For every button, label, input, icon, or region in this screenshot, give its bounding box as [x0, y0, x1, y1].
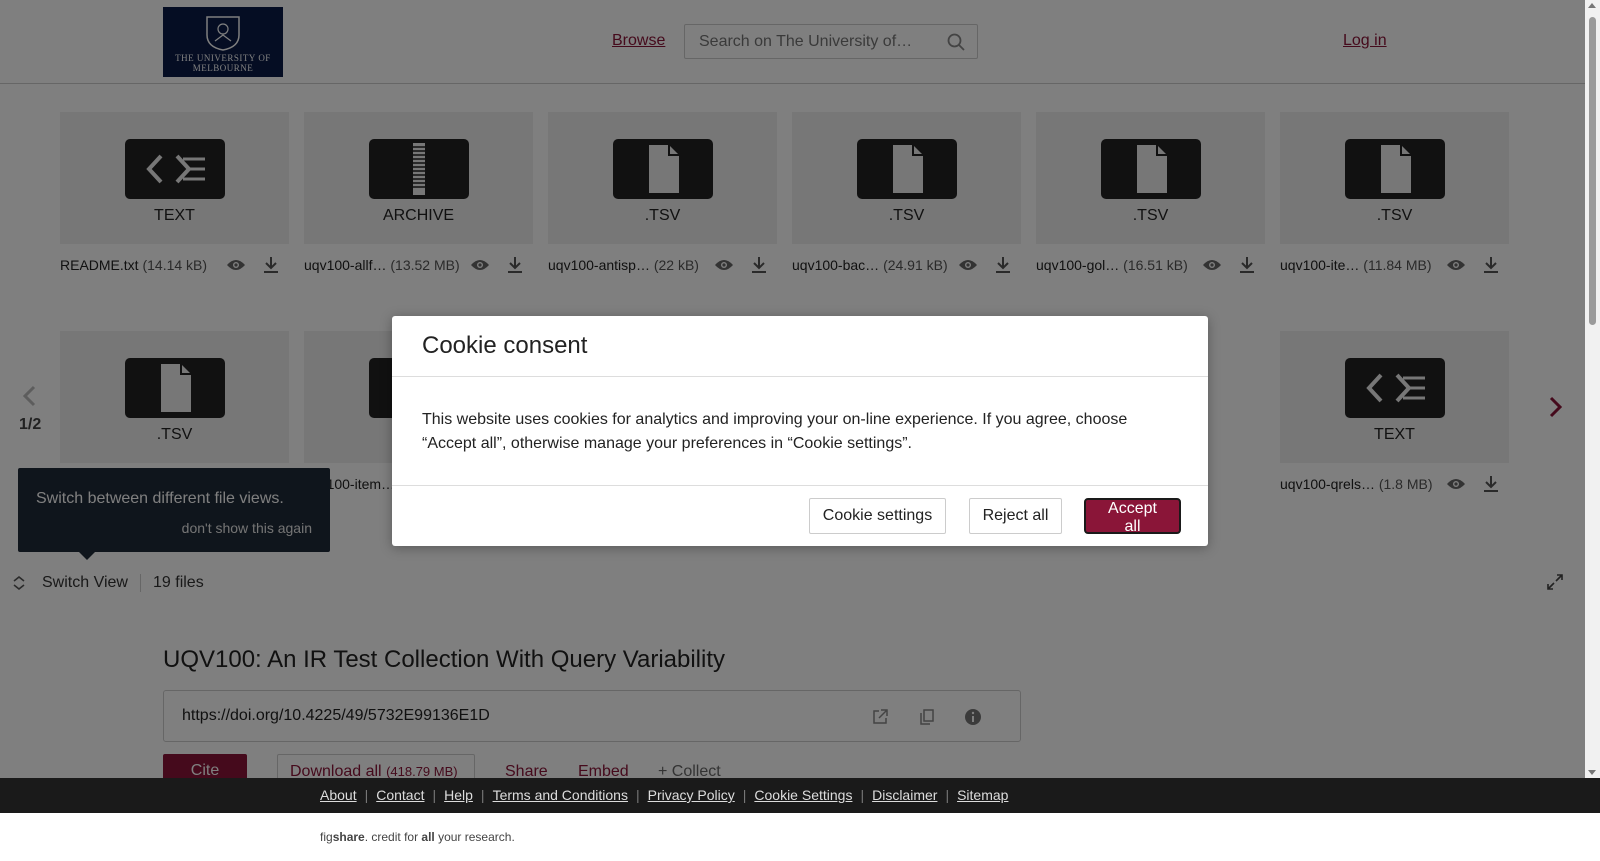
modal-body: This website uses cookies for analytics …	[422, 411, 1128, 452]
credit-mid: . credit for	[364, 830, 422, 844]
scrollbar-thumb[interactable]	[1589, 17, 1596, 325]
scroll-up-arrow[interactable]	[1588, 3, 1596, 8]
footer-link-contact[interactable]: Contact	[376, 787, 424, 803]
footer-separator: |	[860, 787, 865, 803]
footer-separator: |	[742, 787, 747, 803]
modal-divider	[392, 376, 1208, 377]
credit-all: all	[421, 830, 435, 844]
cookie-consent-modal: Cookie consent This website uses cookies…	[392, 316, 1208, 546]
footer-link-cookie-settings[interactable]: Cookie Settings	[754, 787, 852, 803]
cookie-settings-button[interactable]: Cookie settings	[809, 498, 946, 534]
footer-separator: |	[635, 787, 640, 803]
footer-link-privacy-policy[interactable]: Privacy Policy	[648, 787, 735, 803]
modal-title: Cookie consent	[422, 332, 588, 359]
scroll-down-arrow[interactable]	[1588, 770, 1596, 775]
footer-link-sitemap[interactable]: Sitemap	[957, 787, 1008, 803]
scrollbar[interactable]	[1585, 0, 1600, 778]
footer-link-about[interactable]: About	[320, 787, 357, 803]
footer-separator: |	[432, 787, 437, 803]
credit-share: share	[332, 830, 365, 844]
footer-link-disclaimer[interactable]: Disclaimer	[872, 787, 937, 803]
modal-divider	[392, 485, 1208, 486]
footer-links: About | Contact | Help | Terms and Conditions |…	[320, 787, 1008, 803]
footer-separator: |	[364, 787, 369, 803]
footer-separator: |	[945, 787, 950, 803]
accept-all-button[interactable]: Accept all	[1084, 498, 1181, 535]
credit-fig: fig	[320, 830, 333, 844]
reject-all-button[interactable]: Reject all	[969, 498, 1062, 534]
footer-link-help[interactable]: Help	[444, 787, 473, 803]
footer-link-terms-and-conditions[interactable]: Terms and Conditions	[493, 787, 628, 803]
credit-end: your research.	[434, 830, 515, 844]
footer-bottom	[0, 813, 1600, 861]
footer-credit: figshare. credit for all your research.	[320, 830, 515, 844]
footer-bar: About | Contact | Help | Terms and Conditions |…	[0, 778, 1600, 813]
footer-separator: |	[480, 787, 485, 803]
